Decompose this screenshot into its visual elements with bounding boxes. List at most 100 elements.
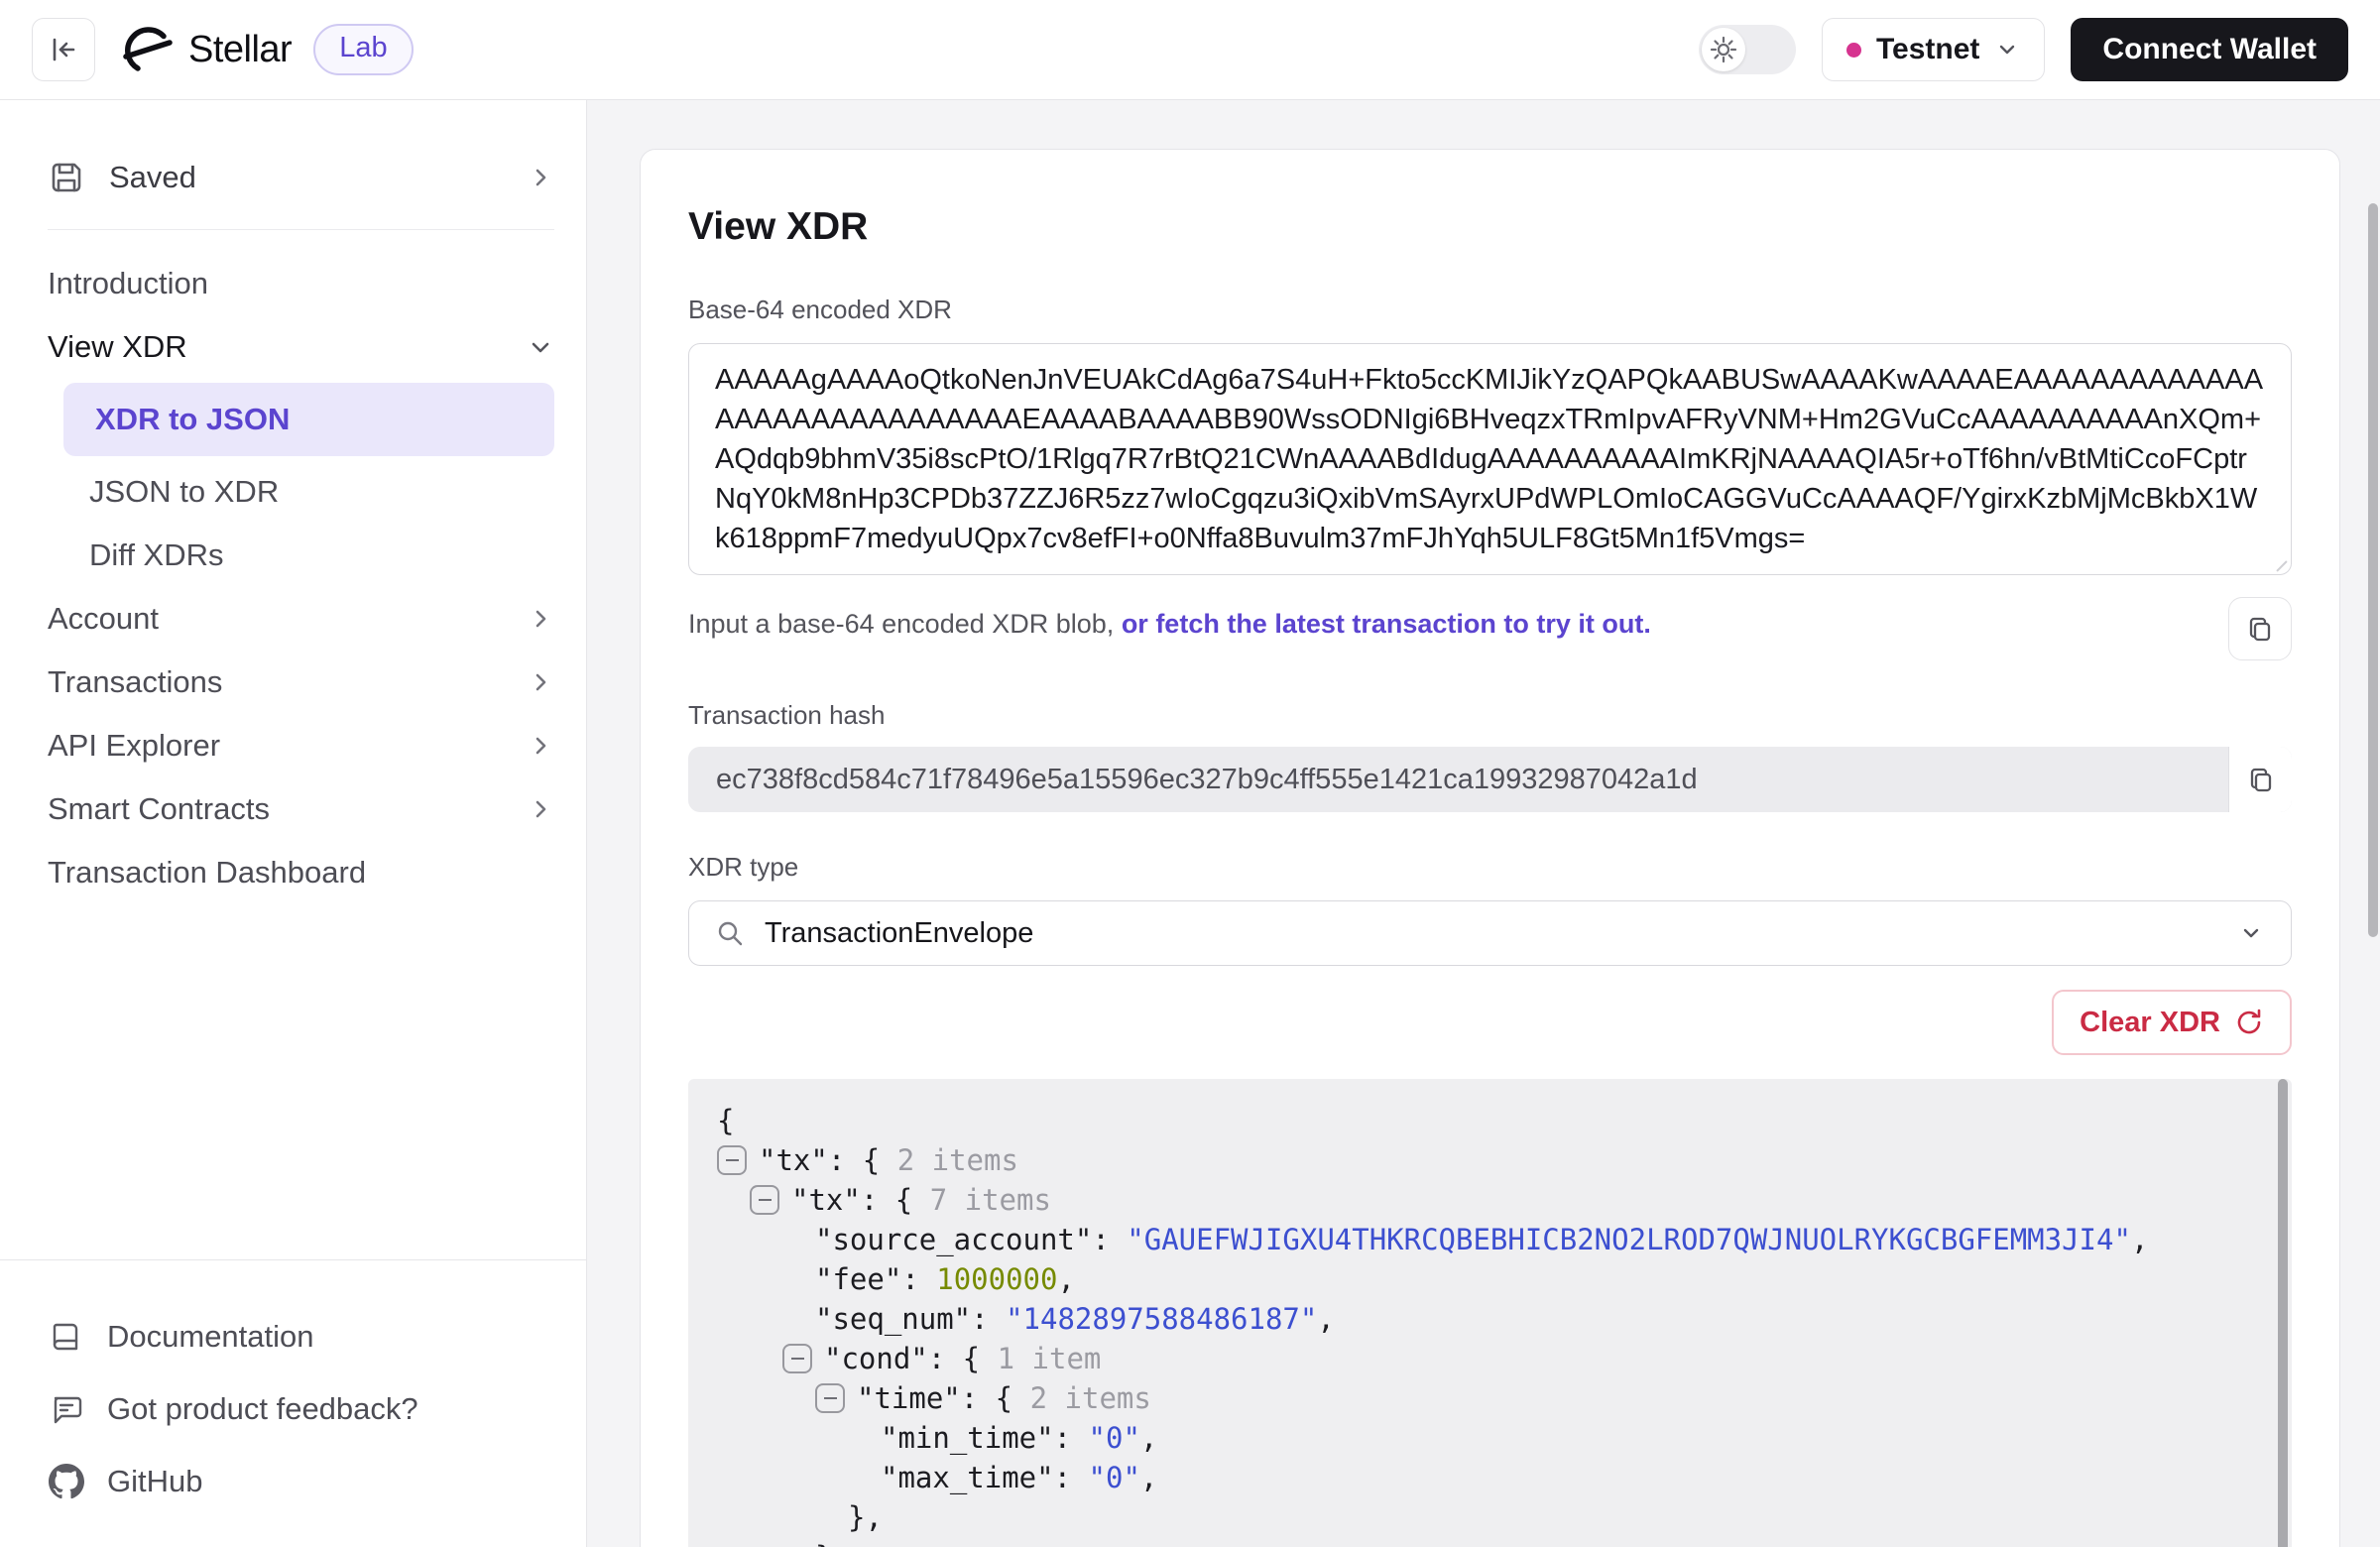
stellar-logo-icon bbox=[123, 25, 173, 74]
main-content: View XDR Base-64 encoded XDR AAAAAgAAAAo… bbox=[587, 100, 2380, 1547]
save-icon bbox=[48, 159, 85, 196]
json-row: { bbox=[688, 1101, 2292, 1140]
sidebar-item-transactions[interactable]: Transactions bbox=[48, 651, 554, 714]
json-key: "time" bbox=[857, 1378, 961, 1418]
chevron-down-icon bbox=[527, 333, 554, 361]
json-key: "cond" bbox=[824, 1339, 928, 1378]
json-count: 1 item bbox=[998, 1339, 1102, 1378]
xdr-input-label: Base-64 encoded XDR bbox=[688, 295, 2292, 325]
collapse-toggle-icon[interactable] bbox=[782, 1344, 812, 1373]
json-plain: : bbox=[901, 1259, 936, 1299]
xdr-input-textarea[interactable]: AAAAAgAAAAoQtkoNenJnVEUAkCdAg6a7S4uH+Fkt… bbox=[688, 343, 2292, 575]
json-plain: : { bbox=[961, 1378, 1030, 1418]
sidebar-footer-label: Documentation bbox=[107, 1319, 314, 1355]
sidebar-footer-item-github[interactable]: GitHub bbox=[48, 1445, 538, 1517]
json-key: "fee" bbox=[815, 1259, 901, 1299]
json-plain: } bbox=[815, 1537, 832, 1547]
sidebar-divider bbox=[48, 229, 554, 230]
network-selector[interactable]: Testnet bbox=[1822, 18, 2045, 81]
copy-icon bbox=[2245, 614, 2275, 644]
json-plain: { bbox=[717, 1101, 734, 1140]
collapse-toggle-icon[interactable] bbox=[750, 1185, 779, 1215]
feedback-icon bbox=[48, 1392, 85, 1426]
sidebar-item-view-xdr[interactable]: View XDR bbox=[48, 315, 554, 379]
theme-toggle-knob bbox=[1702, 28, 1745, 71]
copy-hash-button[interactable] bbox=[2228, 747, 2292, 812]
sidebar-item-api-explorer[interactable]: API Explorer bbox=[48, 714, 554, 777]
collapse-toggle-icon[interactable] bbox=[815, 1383, 845, 1413]
sidebar-footer-item-documentation[interactable]: Documentation bbox=[48, 1300, 538, 1372]
collapse-toggle-icon[interactable] bbox=[717, 1145, 747, 1175]
json-plain: , bbox=[1317, 1299, 1334, 1339]
json-plain: : { bbox=[861, 1180, 930, 1220]
json-key: "tx" bbox=[791, 1180, 861, 1220]
stellar-logo[interactable]: Stellar Lab bbox=[123, 24, 414, 75]
chevron-down-icon bbox=[1994, 37, 2020, 62]
network-name: Testnet bbox=[1876, 33, 1979, 66]
sidebar-item-xdr-to-json[interactable]: XDR to JSON bbox=[63, 383, 554, 456]
sidebar-item-label: Account bbox=[48, 601, 159, 637]
network-status-dot bbox=[1846, 43, 1861, 58]
json-plain: : bbox=[1054, 1458, 1089, 1497]
json-plain: }, bbox=[848, 1497, 883, 1537]
copy-xdr-button[interactable] bbox=[2228, 597, 2292, 660]
json-row: "tx": { 7 items bbox=[688, 1180, 2292, 1220]
refresh-icon bbox=[2234, 1008, 2264, 1037]
json-plain: : { bbox=[928, 1339, 998, 1378]
clear-xdr-button[interactable]: Clear XDR bbox=[2052, 990, 2292, 1055]
sidebar-item-label: Transaction Dashboard bbox=[48, 855, 366, 891]
sidebar-item-label: JSON to XDR bbox=[89, 474, 279, 510]
json-row: "max_time": "0", bbox=[688, 1458, 2292, 1497]
copy-icon bbox=[2246, 765, 2276, 794]
json-count: 2 items bbox=[897, 1140, 1018, 1180]
chevron-right-icon bbox=[527, 164, 554, 191]
sidebar-item-introduction[interactable]: Introduction bbox=[48, 252, 554, 315]
json-plain: : bbox=[1054, 1418, 1089, 1458]
json-viewer: {"tx": { 2 items"tx": { 7 items"source_a… bbox=[688, 1079, 2292, 1547]
sidebar-footer: Documentation Got product feedback? GitHub bbox=[0, 1259, 586, 1547]
sidebar-item-saved[interactable]: Saved bbox=[48, 140, 554, 215]
sidebar-item-label: Transactions bbox=[48, 664, 222, 700]
theme-toggle[interactable] bbox=[1699, 25, 1796, 74]
json-plain: , bbox=[1140, 1458, 1157, 1497]
json-viewer-scrollbar[interactable] bbox=[2278, 1079, 2288, 1547]
json-row: "tx": { 2 items bbox=[688, 1140, 2292, 1180]
sun-icon bbox=[1710, 36, 1737, 63]
json-row: "cond": { 1 item bbox=[688, 1339, 2292, 1378]
xdr-helper-text: Input a base-64 encoded XDR blob, or fet… bbox=[688, 597, 1651, 640]
json-row: "fee": 1000000, bbox=[688, 1259, 2292, 1299]
sidebar-footer-item-got-product-feedback[interactable]: Got product feedback? bbox=[48, 1372, 538, 1445]
page-scrollbar[interactable] bbox=[2368, 203, 2378, 937]
json-num: 1000000 bbox=[936, 1259, 1057, 1299]
json-plain: : bbox=[1092, 1220, 1127, 1259]
sidebar-collapse-button[interactable] bbox=[32, 18, 95, 81]
sidebar-item-smart-contracts[interactable]: Smart Contracts bbox=[48, 777, 554, 841]
fetch-latest-transaction-link[interactable]: or fetch the latest transaction to try i… bbox=[1122, 609, 1651, 639]
tx-hash-field[interactable]: ec738f8cd584c71f78496e5a15596ec327b9c4ff… bbox=[688, 747, 2292, 812]
json-key: "seq_num" bbox=[815, 1299, 971, 1339]
view-xdr-card: View XDR Base-64 encoded XDR AAAAAgAAAAo… bbox=[640, 149, 2340, 1547]
sidebar-item-transaction-dashboard[interactable]: Transaction Dashboard bbox=[48, 841, 554, 904]
tx-hash-label: Transaction hash bbox=[688, 700, 2292, 731]
json-str: "1482897588486187" bbox=[1006, 1299, 1317, 1339]
xdr-type-value: TransactionEnvelope bbox=[765, 917, 2217, 950]
search-icon bbox=[715, 918, 745, 948]
sidebar-item-account[interactable]: Account bbox=[48, 587, 554, 651]
json-count: 2 items bbox=[1030, 1378, 1151, 1418]
xdr-type-label: XDR type bbox=[688, 852, 2292, 883]
json-row: }, bbox=[688, 1497, 2292, 1537]
xdr-type-select[interactable]: TransactionEnvelope bbox=[688, 900, 2292, 966]
sidebar-item-label: XDR to JSON bbox=[95, 402, 290, 437]
json-plain: : bbox=[971, 1299, 1006, 1339]
lab-badge: Lab bbox=[313, 24, 413, 75]
connect-wallet-button[interactable]: Connect Wallet bbox=[2071, 18, 2348, 81]
sidebar-item-diff-xdrs[interactable]: Diff XDRs bbox=[48, 524, 554, 587]
json-row: "source_account": "GAUEFWJIGXU4THKRCQBEB… bbox=[688, 1220, 2292, 1259]
json-str: "GAUEFWJIGXU4THKRCQBEBHICB2NO2LROD7QWJNU… bbox=[1127, 1220, 2131, 1259]
sidebar-footer-label: Got product feedback? bbox=[107, 1391, 418, 1427]
sidebar-item-json-to-xdr[interactable]: JSON to XDR bbox=[48, 460, 554, 524]
brand-name: Stellar bbox=[188, 29, 292, 71]
sidebar: Saved IntroductionView XDR XDR to JSON JSO… bbox=[0, 100, 587, 1547]
tx-hash-value: ec738f8cd584c71f78496e5a15596ec327b9c4ff… bbox=[688, 747, 2228, 812]
json-row: } bbox=[688, 1537, 2292, 1547]
